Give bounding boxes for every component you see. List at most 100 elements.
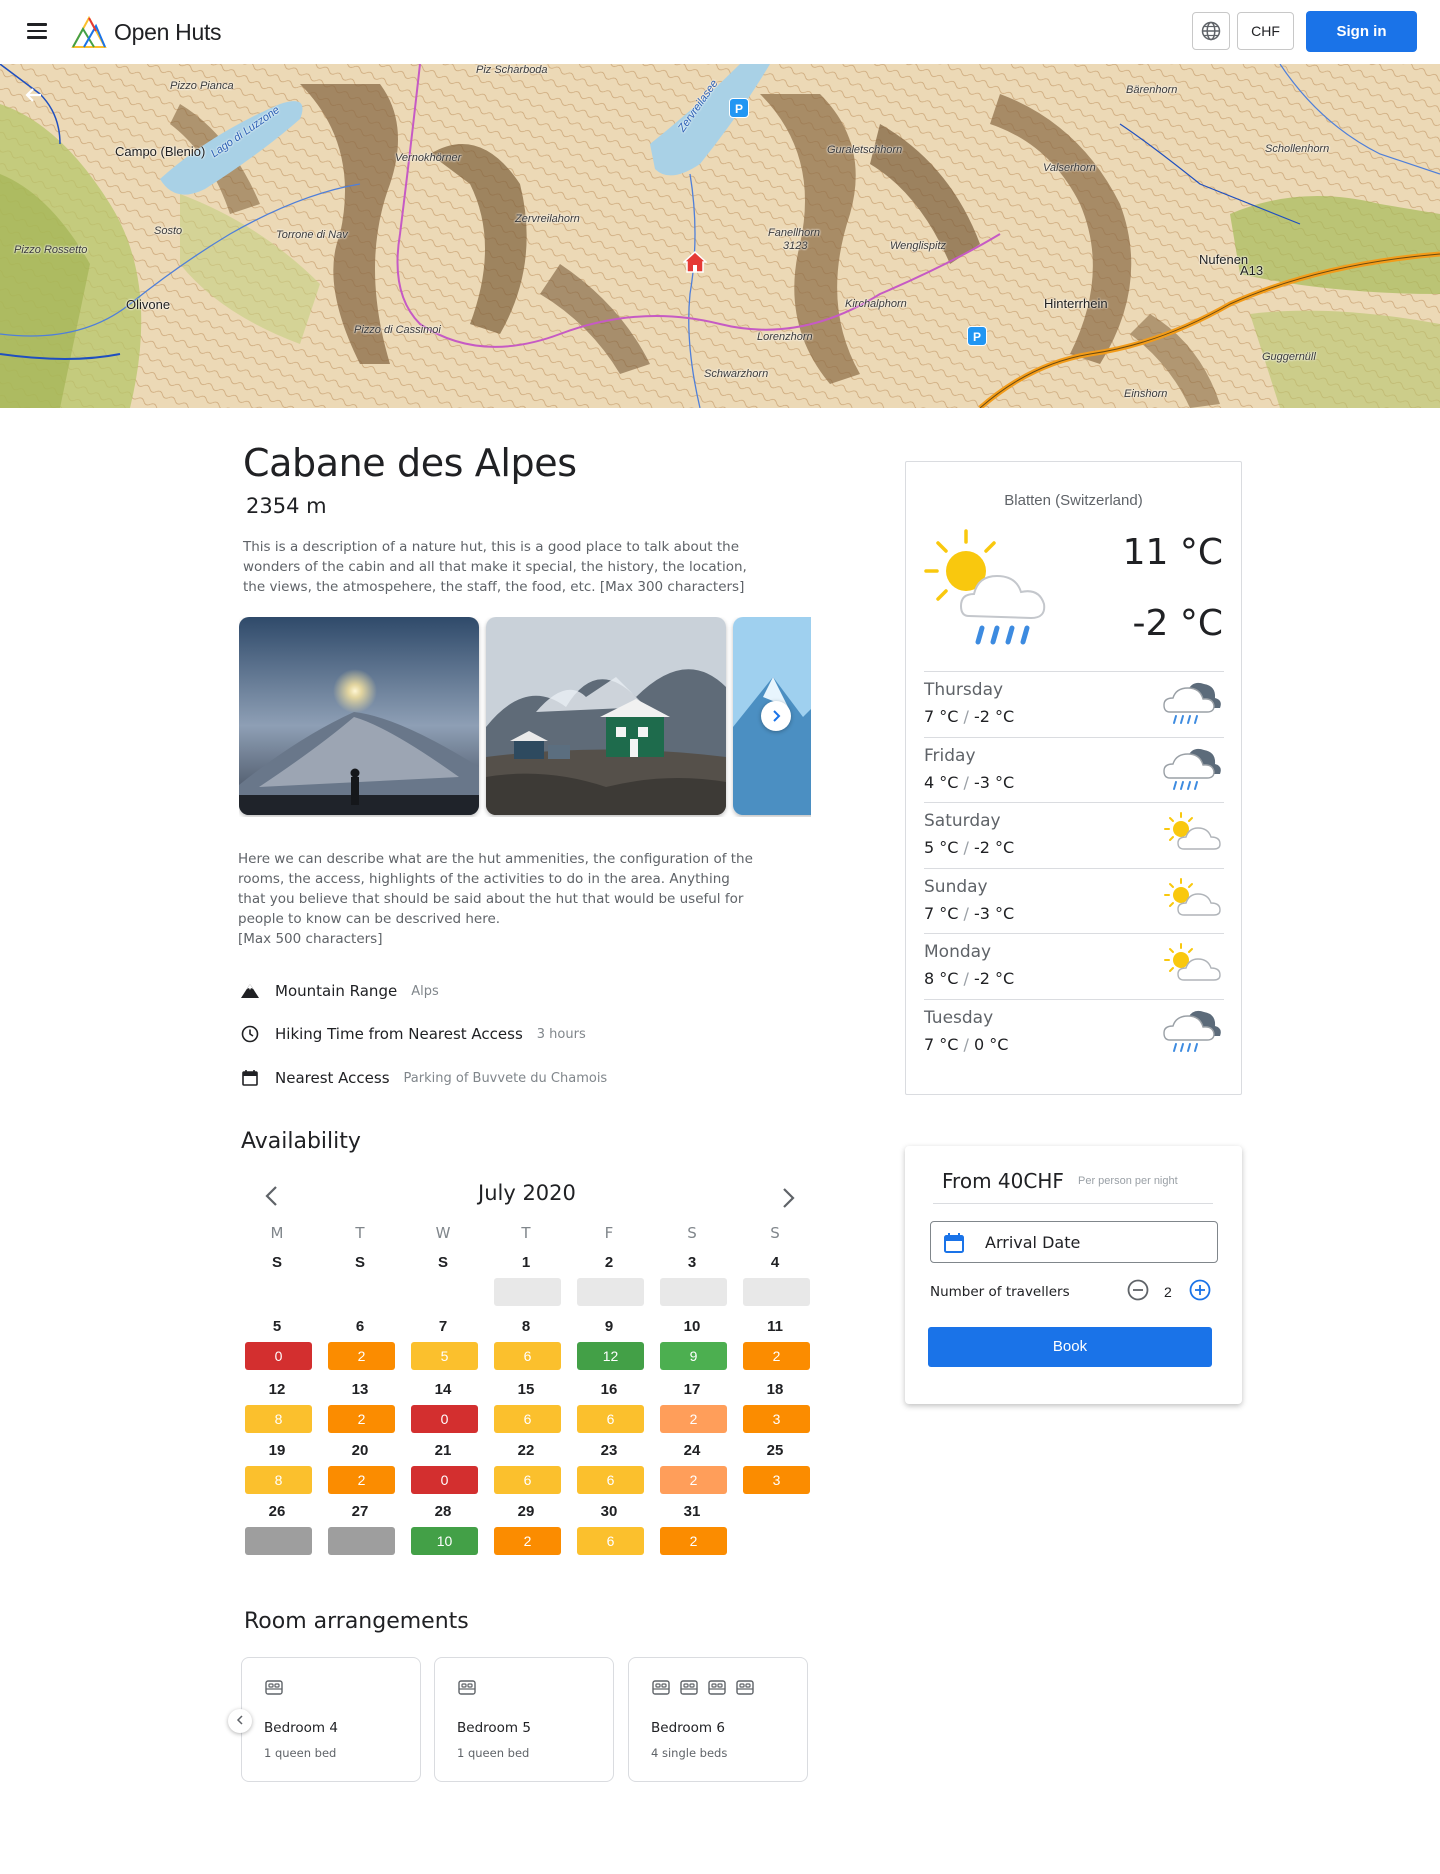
- book-button[interactable]: Book: [928, 1327, 1212, 1367]
- calendar-day[interactable]: 18: [741, 1381, 809, 1398]
- availability-badge[interactable]: 6: [494, 1342, 561, 1370]
- calendar-day[interactable]: 15: [492, 1381, 560, 1398]
- availability-badge[interactable]: 3: [743, 1466, 810, 1494]
- calendar-day[interactable]: 20: [326, 1442, 394, 1459]
- calendar-day[interactable]: 17: [658, 1381, 726, 1398]
- availability-badge[interactable]: [328, 1527, 395, 1555]
- calendar-day[interactable]: S: [243, 1254, 311, 1271]
- availability-badge[interactable]: 9: [660, 1342, 727, 1370]
- availability-badge[interactable]: 0: [245, 1342, 312, 1370]
- availability-badge[interactable]: 6: [577, 1405, 644, 1433]
- availability-badge[interactable]: [577, 1278, 644, 1306]
- parking-marker[interactable]: P: [729, 98, 749, 118]
- language-button[interactable]: [1192, 12, 1230, 50]
- gallery-photo[interactable]: [239, 617, 479, 815]
- next-month-button[interactable]: [780, 1185, 796, 1216]
- sign-in-button[interactable]: Sign in: [1306, 11, 1417, 52]
- arrival-date-field[interactable]: Arrival Date: [930, 1221, 1218, 1263]
- calendar-day[interactable]: S: [409, 1254, 477, 1271]
- previous-month-button[interactable]: [264, 1183, 280, 1214]
- calendar-day[interactable]: 13: [326, 1381, 394, 1398]
- availability-badge[interactable]: 2: [660, 1527, 727, 1555]
- hut-marker-icon[interactable]: [683, 250, 707, 274]
- plus-circle-icon[interactable]: [1189, 1279, 1211, 1301]
- availability-badge[interactable]: 2: [660, 1405, 727, 1433]
- calendar-day[interactable]: S: [326, 1254, 394, 1271]
- calendar-day[interactable]: 5: [243, 1318, 311, 1335]
- calendar-day[interactable]: 7: [409, 1318, 477, 1335]
- calendar-day[interactable]: 22: [492, 1442, 560, 1459]
- availability-badge[interactable]: [494, 1278, 561, 1306]
- currency-button[interactable]: CHF: [1237, 12, 1294, 50]
- calendar-day[interactable]: 19: [243, 1442, 311, 1459]
- calendar-day[interactable]: 10: [658, 1318, 726, 1335]
- parking-marker[interactable]: P: [967, 326, 987, 346]
- back-arrow-icon[interactable]: [24, 84, 52, 112]
- availability-badge[interactable]: [660, 1278, 727, 1306]
- calendar-day[interactable]: 9: [575, 1318, 643, 1335]
- calendar-day[interactable]: 12: [243, 1381, 311, 1398]
- calendar-day[interactable]: 11: [741, 1318, 809, 1335]
- availability-badge[interactable]: 2: [494, 1527, 561, 1555]
- calendar-day[interactable]: 23: [575, 1442, 643, 1459]
- availability-badge[interactable]: 12: [577, 1342, 644, 1370]
- info-mountain-range: Mountain Range Alps: [240, 979, 439, 1003]
- availability-badge[interactable]: 8: [245, 1466, 312, 1494]
- forecast-min: -2 °C: [974, 838, 1015, 857]
- availability-badge[interactable]: 6: [494, 1466, 561, 1494]
- bed-icon: [651, 1678, 671, 1701]
- calendar-day[interactable]: 27: [326, 1503, 394, 1520]
- calendar-day[interactable]: 8: [492, 1318, 560, 1335]
- availability-badge[interactable]: 3: [743, 1405, 810, 1433]
- availability-badge[interactable]: 5: [411, 1342, 478, 1370]
- gallery-photo[interactable]: [486, 617, 726, 815]
- map-label: Kirchalphorn: [845, 298, 907, 310]
- availability-badge[interactable]: 10: [411, 1527, 478, 1555]
- availability-badge[interactable]: 6: [494, 1405, 561, 1433]
- brand-name[interactable]: Open Huts: [114, 19, 222, 46]
- calendar-day[interactable]: 29: [492, 1503, 560, 1520]
- price-unit: Per person per night: [1078, 1175, 1178, 1187]
- calendar-day[interactable]: 16: [575, 1381, 643, 1398]
- calendar-day[interactable]: 24: [658, 1442, 726, 1459]
- calendar-day[interactable]: 31: [658, 1503, 726, 1520]
- calendar-day[interactable]: 28: [409, 1503, 477, 1520]
- sun-cloud-icon: [1160, 809, 1224, 864]
- availability-badge[interactable]: 2: [328, 1466, 395, 1494]
- calendar-day[interactable]: 25: [741, 1442, 809, 1459]
- info-value: Alps: [411, 983, 439, 999]
- calendar-day[interactable]: 1: [492, 1254, 560, 1271]
- availability-badge[interactable]: 0: [411, 1405, 478, 1433]
- rooms-previous-button[interactable]: [228, 1709, 252, 1733]
- calendar-day[interactable]: 4: [741, 1254, 809, 1271]
- calendar-day[interactable]: 6: [326, 1318, 394, 1335]
- gallery-next-button[interactable]: [761, 701, 791, 731]
- forecast-max: 7 °C: [924, 903, 959, 923]
- minus-circle-icon[interactable]: [1127, 1279, 1149, 1301]
- logo-icon[interactable]: [70, 14, 108, 50]
- room-card[interactable]: Bedroom 6 4 single beds: [628, 1657, 808, 1782]
- availability-badge[interactable]: 2: [660, 1466, 727, 1494]
- topographic-map[interactable]: Piz Scharboda Pizzo Pianca Lago di Luzzo…: [0, 64, 1440, 408]
- calendar-day[interactable]: 21: [409, 1442, 477, 1459]
- menu-icon[interactable]: [24, 20, 50, 44]
- room-card[interactable]: Bedroom 5 1 queen bed: [434, 1657, 614, 1782]
- availability-badge[interactable]: 8: [245, 1405, 312, 1433]
- calendar-day[interactable]: 3: [658, 1254, 726, 1271]
- availability-badge[interactable]: 6: [577, 1466, 644, 1494]
- availability-badge[interactable]: [245, 1527, 312, 1555]
- calendar-day[interactable]: 26: [243, 1503, 311, 1520]
- availability-badge[interactable]: 2: [743, 1342, 810, 1370]
- calendar-day[interactable]: 2: [575, 1254, 643, 1271]
- calendar-day[interactable]: 14: [409, 1381, 477, 1398]
- rooms-title: Room arrangements: [244, 1609, 469, 1634]
- room-card[interactable]: Bedroom 4 1 queen bed: [241, 1657, 421, 1782]
- availability-badge[interactable]: 0: [411, 1466, 478, 1494]
- calendar-day[interactable]: 30: [575, 1503, 643, 1520]
- availability-badge[interactable]: [743, 1278, 810, 1306]
- availability-badge[interactable]: 2: [328, 1405, 395, 1433]
- availability-badge[interactable]: 6: [577, 1527, 644, 1555]
- forecast-row: Monday 8 °C / -2 °C: [924, 933, 1224, 999]
- photo-gallery[interactable]: [239, 617, 811, 817]
- availability-badge[interactable]: 2: [328, 1342, 395, 1370]
